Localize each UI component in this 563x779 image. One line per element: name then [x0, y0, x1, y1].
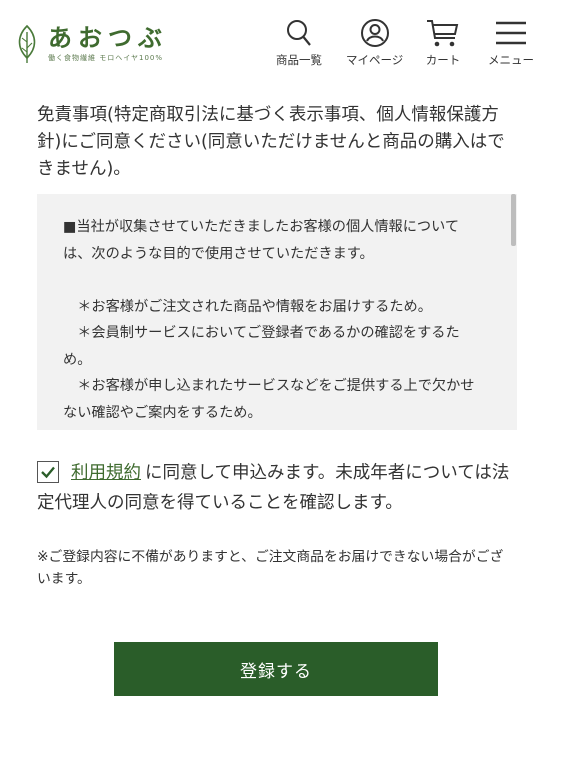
privacy-policy-box[interactable]: ■当社が収集させていただきましたお客様の個人情報については、次のような目的で使用… [37, 194, 517, 430]
nav-product-list[interactable]: 商品一覧 [276, 18, 322, 68]
register-button[interactable]: 登録する [114, 642, 438, 696]
hamburger-menu-icon [496, 21, 526, 45]
nav-cart[interactable]: カート [425, 18, 461, 68]
policy-scrollbar[interactable] [511, 194, 516, 246]
user-icon [360, 19, 389, 47]
registration-note: ※ご登録内容に不備がありますと、ご注文商品をお届けできない場合がございます。 [37, 549, 504, 587]
site-logo[interactable]: あおつぶ 働く食物繊維 モロヘイヤ100% [14, 24, 168, 64]
nav-label: 商品一覧 [276, 53, 322, 67]
nav-my-page[interactable]: マイページ [346, 18, 403, 68]
logo-tagline: 働く食物繊維 モロヘイヤ100% [48, 54, 164, 62]
nav-menu[interactable]: メニュー [488, 18, 534, 68]
leaf-logo-icon [18, 24, 36, 63]
cart-icon [427, 20, 459, 47]
nav-label: メニュー [488, 53, 534, 67]
terms-of-use-link[interactable]: 利用規約 [71, 463, 141, 483]
checkmark-icon [41, 466, 55, 479]
logo-name: あおつぶ [48, 23, 168, 52]
nav-label: カート [425, 53, 461, 67]
site-header: あおつぶ 働く食物繊維 モロヘイヤ100% 商品一覧 マイページ カート メニュ… [0, 0, 563, 90]
consent-checkbox[interactable] [37, 461, 59, 483]
privacy-policy-text: ■当社が収集させていただきましたお客様の個人情報については、次のような目的で使用… [63, 219, 475, 421]
nav-label: マイページ [346, 53, 404, 67]
search-icon [287, 20, 311, 46]
disclaimer-notice: 免責事項(特定商取引法に基づく表示事項、個人情報保護方針)にご同意ください(同意… [37, 105, 505, 179]
consent-row: 利用規約 に同意して申込みます。未成年者については法定代理人の同意を得ていることを… [37, 458, 517, 518]
